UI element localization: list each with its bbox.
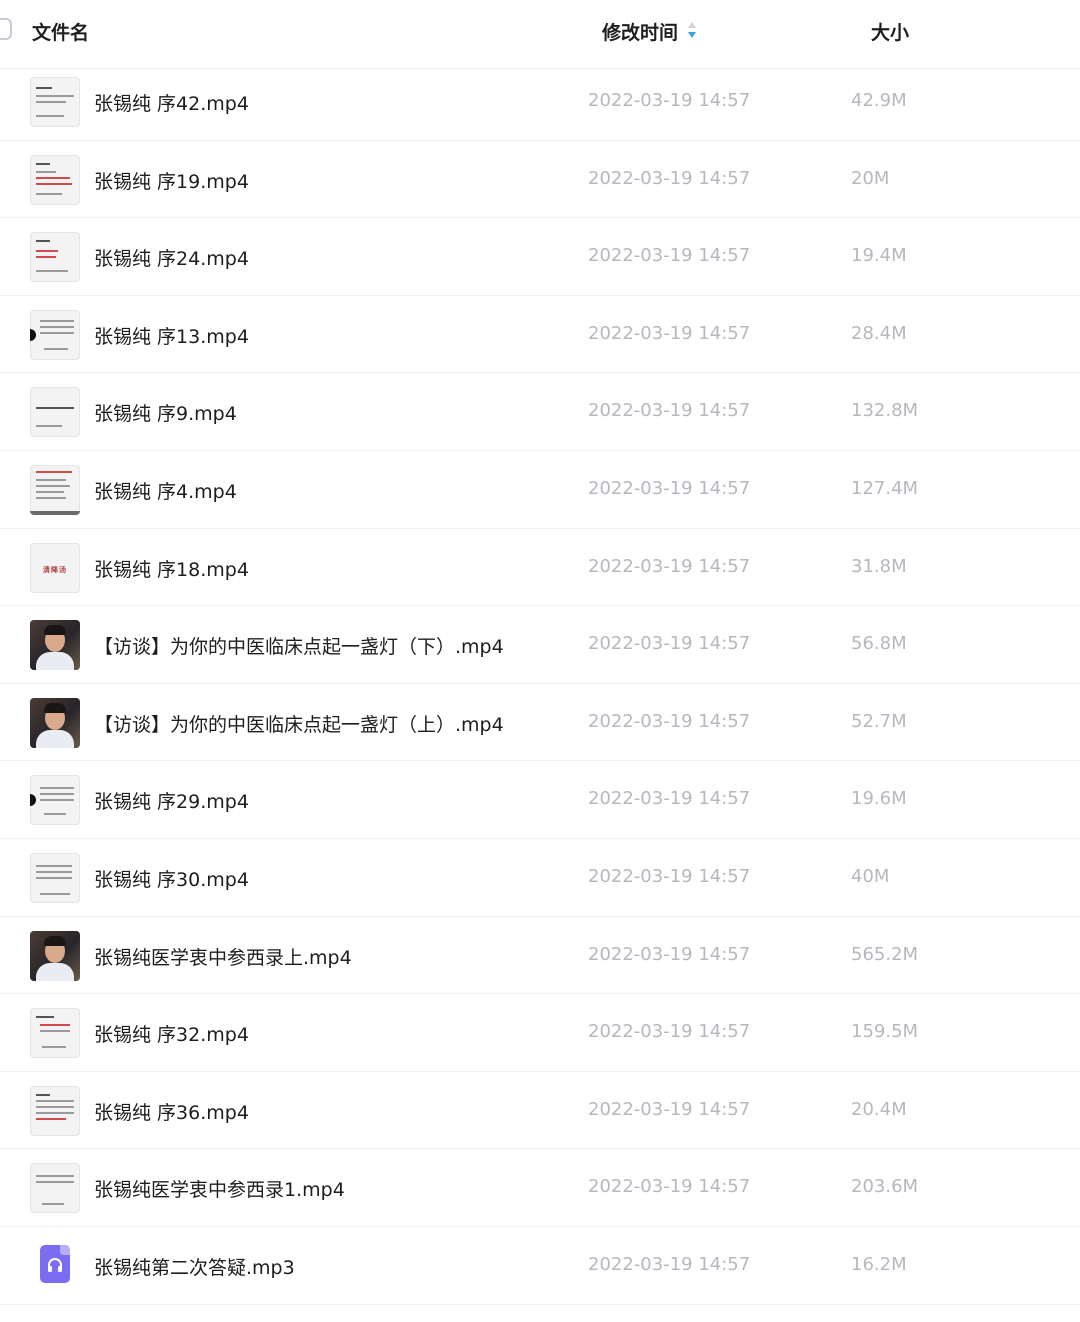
file-row[interactable]: 【访谈】为你的中医临床点起一盏灯（上）.mp4 2022-03-19 14:57 5… — [0, 684, 1080, 762]
file-modified-time: 2022-03-19 14:57 — [588, 943, 751, 965]
file-row[interactable]: 张锡纯第二次答疑.mp3 2022-03-19 14:57 16.2M — [0, 1227, 1080, 1305]
file-size: 19.6M — [851, 788, 907, 810]
file-modified-time: 2022-03-19 14:57 — [588, 865, 751, 887]
file-row[interactable]: 张锡纯医学衷中参西录1.mp4 2022-03-19 14:57 203.6M — [0, 1149, 1080, 1227]
file-row[interactable]: 张锡纯 序36.mp4 2022-03-19 14:57 20.4M — [0, 1072, 1080, 1150]
file-row[interactable]: 张锡纯 序29.mp4 2022-03-19 14:57 19.6M — [0, 761, 1080, 839]
file-row[interactable]: 张锡纯 序4.mp4 2022-03-19 14:57 127.4M — [0, 451, 1080, 529]
file-row[interactable]: 张锡纯医学衷中参西录上.mp4 2022-03-19 14:57 565.2M — [0, 917, 1080, 995]
file-size: 203.6M — [851, 1176, 919, 1198]
file-modified-time: 2022-03-19 14:57 — [588, 477, 751, 499]
sort-icon[interactable] — [686, 20, 698, 40]
file-modified-time: 2022-03-19 14:57 — [588, 245, 751, 267]
column-header-size[interactable]: 大小 — [871, 18, 909, 45]
file-name[interactable]: 张锡纯 序24.mp4 — [94, 244, 249, 271]
video-thumbnail — [30, 387, 80, 438]
file-modified-time: 2022-03-19 14:57 — [588, 90, 751, 111]
file-size: 16.2M — [851, 1253, 907, 1275]
file-name[interactable]: 张锡纯 序4.mp4 — [94, 477, 237, 504]
file-modified-time: 2022-03-19 14:57 — [588, 1176, 751, 1198]
file-size: 159.5M — [851, 1021, 919, 1043]
file-name[interactable]: 张锡纯第二次答疑.mp3 — [94, 1253, 295, 1280]
file-modified-time: 2022-03-19 14:57 — [588, 400, 751, 422]
file-name[interactable]: 张锡纯 序36.mp4 — [94, 1098, 249, 1125]
video-thumbnail — [30, 77, 80, 127]
file-modified-time: 2022-03-19 14:57 — [588, 710, 751, 732]
file-name[interactable]: 张锡纯 序30.mp4 — [94, 865, 249, 892]
file-modified-time: 2022-03-19 14:57 — [588, 555, 751, 577]
video-thumbnail — [30, 1008, 80, 1059]
file-size: 31.8M — [851, 555, 907, 577]
file-size: 56.8M — [851, 633, 907, 655]
file-name[interactable]: 张锡纯 序13.mp4 — [94, 322, 249, 349]
file-size: 52.7M — [851, 710, 907, 732]
video-thumbnail — [30, 232, 80, 283]
file-size: 20M — [851, 167, 890, 189]
file-name[interactable]: 张锡纯医学衷中参西录上.mp4 — [94, 943, 352, 970]
file-modified-time: 2022-03-19 14:57 — [588, 633, 751, 655]
file-size: 42.9M — [851, 90, 907, 111]
file-row[interactable]: 清降汤 张锡纯 序18.mp4 2022-03-19 14:57 31.8M — [0, 529, 1080, 607]
file-name[interactable]: 张锡纯 序9.mp4 — [94, 399, 237, 426]
file-list-header: 文件名 修改时间 大小 — [0, 0, 1080, 64]
column-header-modified-time[interactable]: 修改时间 — [602, 18, 678, 45]
file-name[interactable]: 张锡纯 序32.mp4 — [94, 1020, 249, 1047]
file-row[interactable]: 张锡纯 序30.mp4 2022-03-19 14:57 40M — [0, 839, 1080, 917]
audio-file-icon — [30, 1241, 80, 1291]
video-thumbnail — [30, 775, 80, 826]
file-name[interactable]: 张锡纯 序29.mp4 — [94, 787, 249, 814]
file-row[interactable]: 张锡纯 序32.mp4 2022-03-19 14:57 159.5M — [0, 994, 1080, 1072]
file-row[interactable]: 【访谈】为你的中医临床点起一盏灯（下）.mp4 2022-03-19 14:57 5… — [0, 606, 1080, 684]
file-size: 132.8M — [851, 400, 919, 422]
video-thumbnail — [30, 309, 80, 360]
file-size: 19.4M — [851, 245, 907, 267]
file-modified-time: 2022-03-19 14:57 — [588, 1021, 751, 1043]
file-row[interactable]: 张锡纯 序9.mp4 2022-03-19 14:57 132.8M — [0, 373, 1080, 451]
file-modified-time: 2022-03-19 14:57 — [588, 1098, 751, 1120]
video-thumbnail — [30, 852, 80, 903]
video-thumbnail — [30, 697, 80, 748]
file-name[interactable]: 【访谈】为你的中医临床点起一盏灯（上）.mp4 — [94, 710, 504, 737]
file-modified-time: 2022-03-19 14:57 — [588, 322, 751, 344]
file-name[interactable]: 张锡纯医学衷中参西录1.mp4 — [94, 1175, 345, 1202]
file-row[interactable]: 张锡纯 序24.mp4 2022-03-19 14:57 19.4M — [0, 218, 1080, 296]
file-name[interactable]: 张锡纯 序42.mp4 — [94, 89, 249, 116]
file-size: 28.4M — [851, 322, 907, 344]
file-list: 张锡纯 序42.mp4 2022-03-19 14:57 42.9M 张锡纯 序19.… — [0, 63, 1080, 1305]
file-size: 565.2M — [851, 943, 919, 965]
video-thumbnail — [30, 1163, 80, 1214]
file-name[interactable]: 张锡纯 序18.mp4 — [94, 555, 249, 582]
file-size: 40M — [851, 865, 890, 887]
file-size: 20.4M — [851, 1098, 907, 1120]
video-thumbnail — [30, 464, 80, 515]
video-thumbnail — [30, 930, 80, 981]
video-thumbnail — [30, 154, 80, 205]
file-row[interactable]: 张锡纯 序19.mp4 2022-03-19 14:57 20M — [0, 141, 1080, 219]
file-row[interactable]: 张锡纯 序13.mp4 2022-03-19 14:57 28.4M — [0, 296, 1080, 374]
file-name[interactable]: 【访谈】为你的中医临床点起一盏灯（下）.mp4 — [94, 632, 504, 659]
file-row[interactable]: 张锡纯 序42.mp4 2022-03-19 14:57 42.9M — [0, 63, 1080, 141]
file-modified-time: 2022-03-19 14:57 — [588, 167, 751, 189]
file-name[interactable]: 张锡纯 序19.mp4 — [94, 167, 249, 194]
video-thumbnail — [30, 1085, 80, 1136]
video-thumbnail — [30, 620, 80, 671]
video-thumbnail: 清降汤 — [30, 542, 80, 593]
file-modified-time: 2022-03-19 14:57 — [588, 1253, 751, 1275]
select-all-checkbox[interactable] — [0, 18, 12, 40]
column-header-name[interactable]: 文件名 — [32, 18, 89, 45]
file-size: 127.4M — [851, 477, 919, 499]
thumbnail-title: 清降汤 — [43, 565, 67, 574]
file-modified-time: 2022-03-19 14:57 — [588, 788, 751, 810]
